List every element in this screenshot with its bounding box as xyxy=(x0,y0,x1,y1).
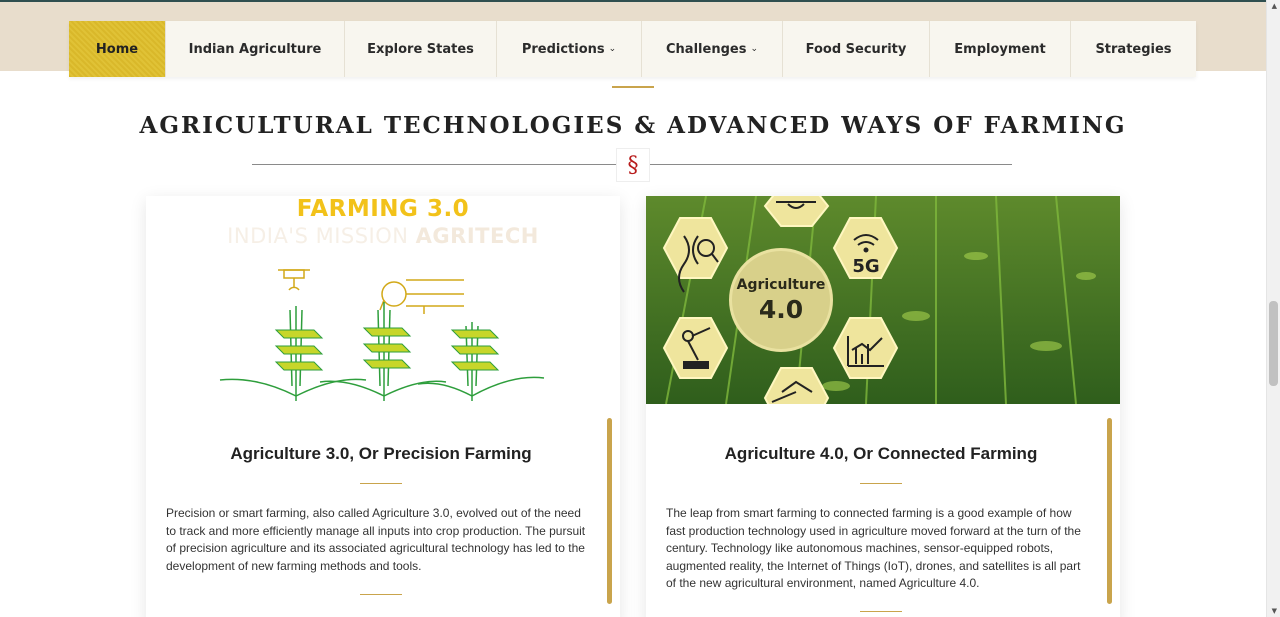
nav-item-employment[interactable]: Employment xyxy=(930,21,1071,77)
plate-stack-center xyxy=(362,327,412,369)
agriculture-4-badge: Agriculture 4.0 xyxy=(729,248,833,352)
page-scrollbar[interactable]: ▲ ▼ xyxy=(1266,0,1280,617)
card-text: Precision or smart farming, also called … xyxy=(166,506,586,573)
nav-item-food-security[interactable]: Food Security xyxy=(783,21,930,77)
nav-item-label: Strategies xyxy=(1095,41,1172,57)
scroll-thumb[interactable] xyxy=(1269,301,1278,386)
nav-item-explore-states[interactable]: Explore States xyxy=(345,21,497,77)
card-title: Agriculture 4.0, Or Connected Farming xyxy=(724,444,1038,463)
main-nav: Home Indian Agriculture Explore States P… xyxy=(69,21,1196,77)
scroll-down-arrow-icon[interactable]: ▼ xyxy=(1272,607,1277,615)
plate-stack-right xyxy=(450,329,500,371)
nav-item-label: Employment xyxy=(954,41,1046,57)
chevron-down-icon: ⌄ xyxy=(608,44,617,54)
nav-item-label: Predictions xyxy=(521,41,605,57)
card-agriculture-4: 5G Agriculture 4.0 Agriculture 4.0, Or C… xyxy=(646,196,1120,617)
bottom-rule xyxy=(360,594,402,595)
nav-item-strategies[interactable]: Strategies xyxy=(1071,21,1196,77)
drone-icon xyxy=(278,269,310,291)
nav-item-indian-agriculture[interactable]: Indian Agriculture xyxy=(166,21,345,77)
nav-item-label: Indian Agriculture xyxy=(188,41,322,57)
plate-stack-left xyxy=(274,329,324,371)
crop-field-background: 5G xyxy=(646,196,1120,404)
nav-item-label: Food Security xyxy=(805,41,907,57)
title-rule xyxy=(860,483,902,484)
divider-line-right xyxy=(650,164,1012,165)
nav-item-label: Explore States xyxy=(367,41,474,57)
plants-tech-graphic xyxy=(219,269,545,401)
accent-line xyxy=(612,86,654,88)
badge-line1: Agriculture xyxy=(736,276,826,293)
badge-5g: 5G xyxy=(852,256,879,277)
title-rule xyxy=(360,483,402,484)
nav-item-predictions[interactable]: Predictions ⌄ xyxy=(497,21,642,77)
card-title: Agriculture 3.0, Or Precision Farming xyxy=(230,444,532,463)
card-text: The leap from smart farming to connected… xyxy=(666,506,1081,591)
farming-3-illustration: FARMING 3.0 INDIA'S MISSION AGRITECH xyxy=(146,196,620,404)
section-symbol-icon: § xyxy=(616,148,650,182)
divider-line-left xyxy=(252,164,616,165)
nav-item-label: Challenges xyxy=(666,41,747,57)
scroll-up-arrow-icon[interactable]: ▲ xyxy=(1272,2,1277,10)
nav-item-challenges[interactable]: Challenges ⌄ xyxy=(642,21,783,77)
badge-line2: 4.0 xyxy=(758,294,804,324)
bottom-rule xyxy=(860,611,902,612)
satellite-dish-icon xyxy=(379,279,464,314)
agriculture-4-illustration: 5G Agriculture 4.0 xyxy=(646,196,1120,404)
section-title: AGRICULTURAL TECHNOLOGIES & ADVANCED WAY… xyxy=(139,112,1127,139)
nav-item-label: Home xyxy=(95,41,139,57)
nav-item-home[interactable]: Home xyxy=(69,21,166,77)
card-agriculture-3: FARMING 3.0 INDIA'S MISSION AGRITECH Agr… xyxy=(146,196,620,617)
chevron-down-icon: ⌄ xyxy=(750,44,758,54)
